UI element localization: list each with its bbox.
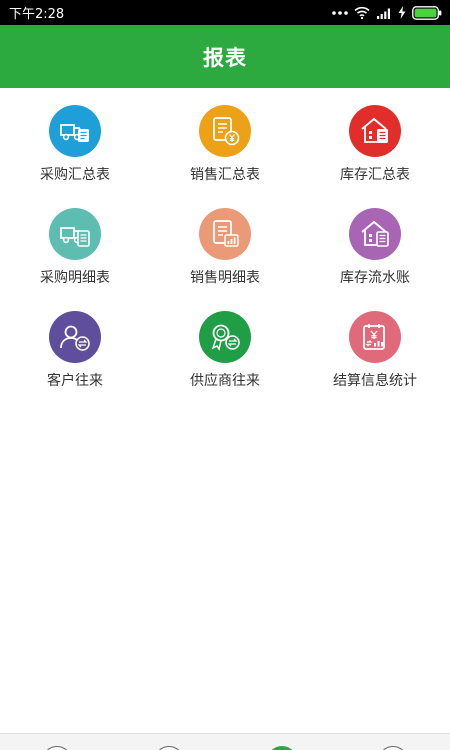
- tile-label: 结算信息统计: [333, 373, 417, 389]
- sales-detail-icon: [199, 208, 251, 260]
- status-bar: 下午2:28: [0, 0, 450, 25]
- customer-transactions-icon: [49, 311, 101, 363]
- signal-icon: [376, 7, 392, 19]
- purchase-detail-icon: [49, 208, 101, 260]
- tile-customer-transactions[interactable]: 客户往来: [0, 294, 150, 394]
- tile-inventory-summary[interactable]: 库存汇总表: [300, 88, 450, 188]
- inventory-ledger-icon: [349, 208, 401, 260]
- tile-sales-summary[interactable]: 销售汇总表: [150, 88, 300, 188]
- app-header: 报表: [0, 25, 450, 88]
- bottom-nav: [0, 733, 450, 750]
- tile-label: 销售汇总表: [190, 167, 260, 183]
- nav-tab-4[interactable]: [378, 746, 408, 750]
- status-icons: [332, 5, 442, 20]
- tile-settlement-stats[interactable]: 结算信息统计: [300, 294, 450, 394]
- tile-sales-detail[interactable]: 销售明细表: [150, 191, 300, 291]
- status-time: 下午2:28: [9, 7, 65, 22]
- supplier-transactions-icon: [199, 311, 251, 363]
- battery-icon: [412, 5, 442, 20]
- nav-tab-2[interactable]: [154, 746, 184, 750]
- tile-purchase-detail[interactable]: 采购明细表: [0, 191, 150, 291]
- inventory-summary-icon: [349, 105, 401, 157]
- charging-icon: [398, 6, 406, 19]
- wifi-icon: [354, 6, 370, 19]
- purchase-summary-icon: [49, 105, 101, 157]
- nav-tab-3[interactable]: [267, 746, 297, 750]
- tile-label: 库存汇总表: [340, 167, 410, 183]
- tile-label: 供应商往来: [190, 373, 260, 389]
- page-title: 报表: [203, 45, 247, 70]
- tile-purchase-summary[interactable]: 采购汇总表: [0, 88, 150, 188]
- tile-label: 库存流水账: [340, 270, 410, 286]
- tile-label: 采购明细表: [40, 270, 110, 286]
- tile-inventory-ledger[interactable]: 库存流水账: [300, 191, 450, 291]
- more-dots-icon: [332, 10, 348, 16]
- tile-label: 采购汇总表: [40, 167, 110, 183]
- tile-supplier-transactions[interactable]: 供应商往来: [150, 294, 300, 394]
- settlement-stats-icon: [349, 311, 401, 363]
- sales-summary-icon: [199, 105, 251, 157]
- nav-tab-1[interactable]: [42, 746, 72, 750]
- tile-label: 客户往来: [47, 373, 103, 389]
- tile-label: 销售明细表: [190, 270, 260, 286]
